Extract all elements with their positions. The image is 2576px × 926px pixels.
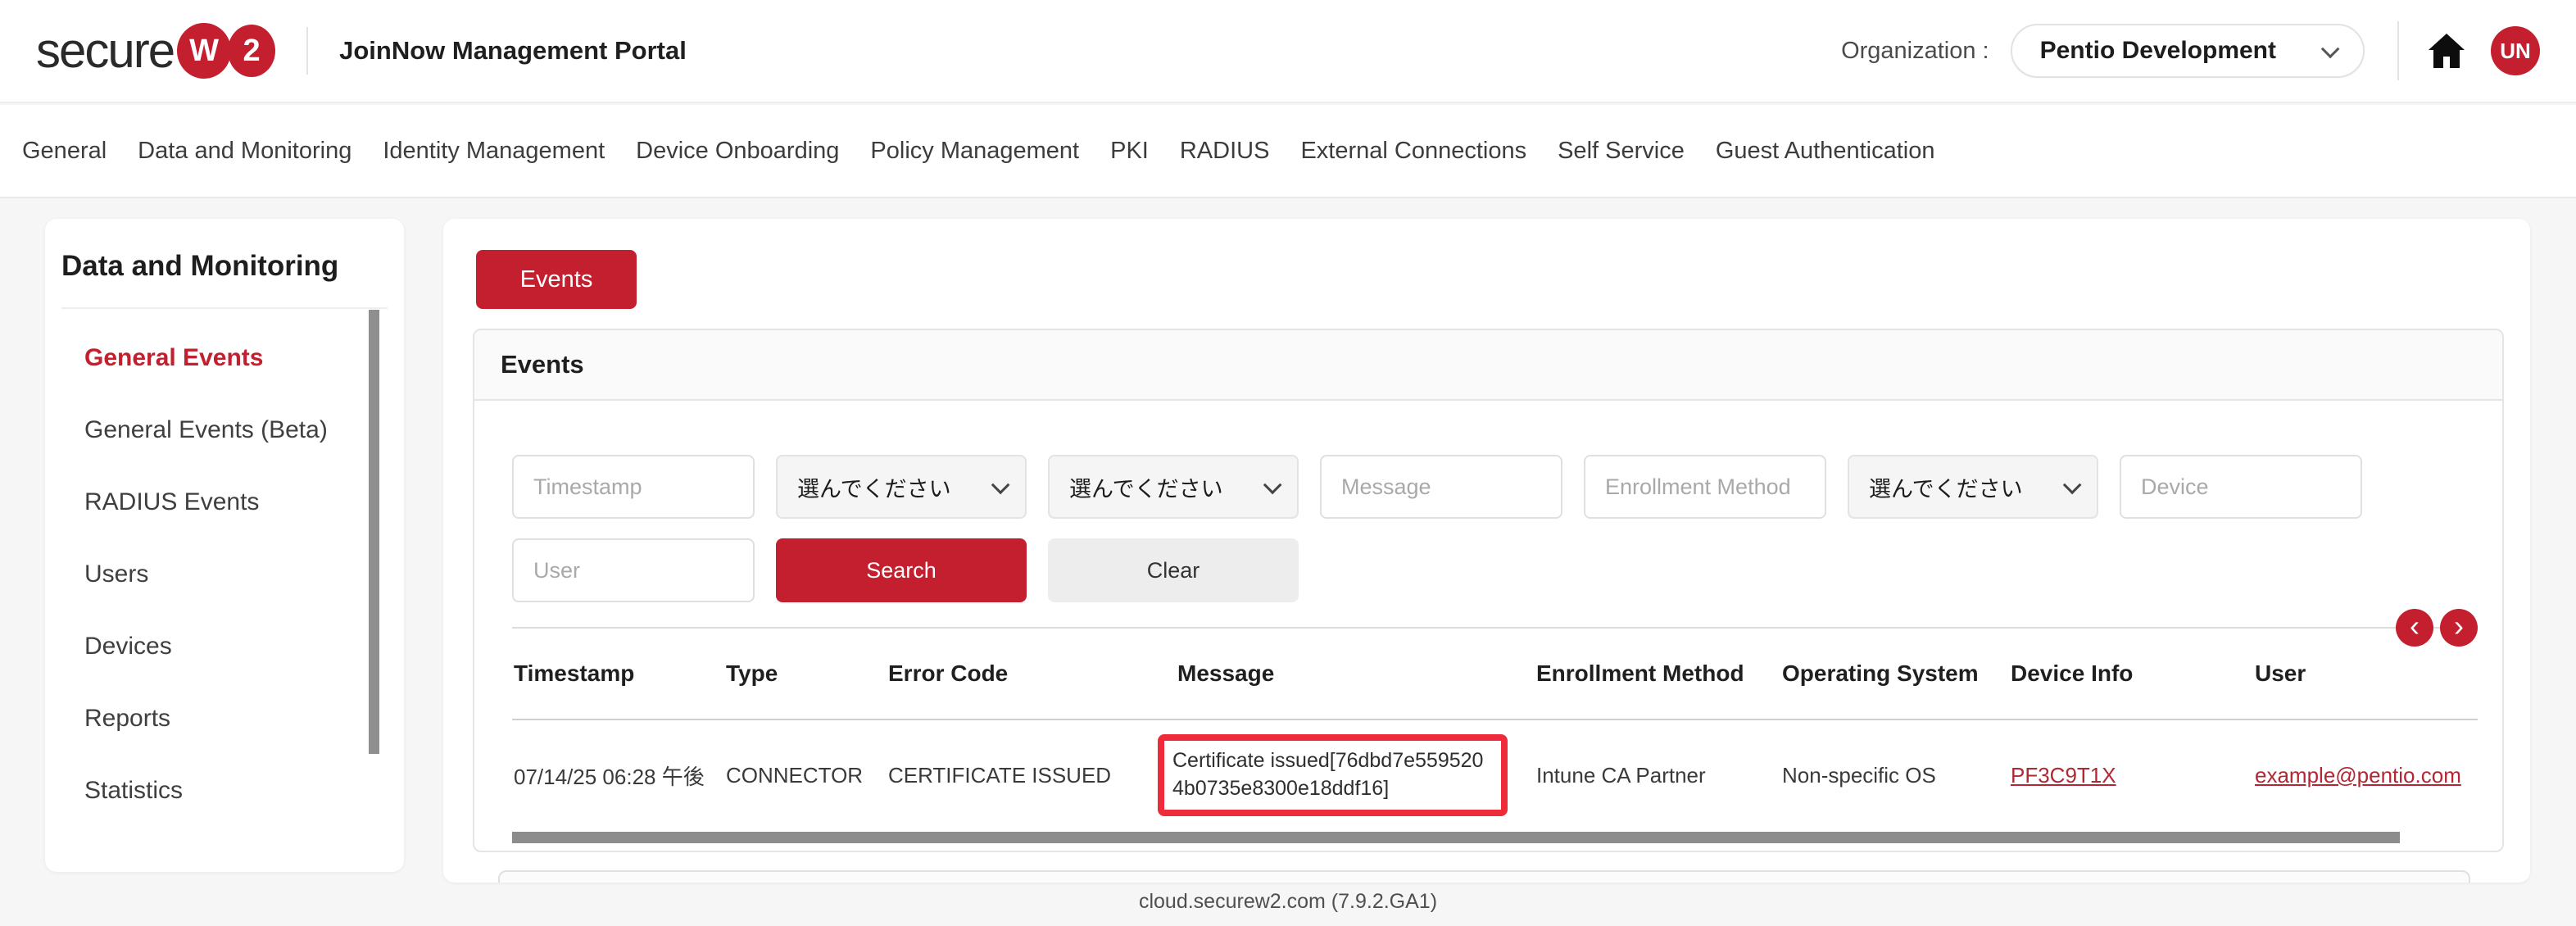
enrollment-method-input[interactable] <box>1584 455 1826 519</box>
operating-system-select[interactable]: 選んでください <box>1848 455 2098 519</box>
organization-label: Organization : <box>1841 38 1989 65</box>
securew2-logo[interactable]: secure W 2 <box>36 23 275 79</box>
user-avatar[interactable]: UN <box>2491 26 2540 75</box>
column-header-type: Type <box>726 660 888 687</box>
events-panel-title: Events <box>501 350 584 379</box>
table-horizontal-scrollbar[interactable] <box>512 832 2400 843</box>
logo-2-circle: 2 <box>228 25 275 77</box>
timestamp-input[interactable] <box>512 455 755 519</box>
home-button[interactable] <box>2427 32 2466 70</box>
nav-item-data-and-monitoring[interactable]: Data and Monitoring <box>122 138 367 165</box>
type-select[interactable]: 選んでください <box>776 455 1027 519</box>
portal-title: JoinNow Management Portal <box>339 36 687 66</box>
cell-error-code: CERTIFICATE ISSUED <box>888 763 1177 788</box>
chevron-left-icon: ‹ <box>2410 611 2420 641</box>
device-input[interactable] <box>2120 455 2362 519</box>
search-button[interactable]: Search <box>776 538 1027 602</box>
nav-item-identity-management[interactable]: Identity Management <box>367 138 620 165</box>
top-header: secure W 2 JoinNow Management Portal Org… <box>0 0 2576 103</box>
nav-item-device-onboarding[interactable]: Device Onboarding <box>620 138 855 165</box>
column-header-user: User <box>2255 660 2478 687</box>
message-input[interactable] <box>1320 455 1562 519</box>
nav-item-guest-authentication[interactable]: Guest Authentication <box>1700 138 1951 165</box>
previous-page-button[interactable]: ‹ <box>2396 609 2433 647</box>
sidebar-scrollbar[interactable] <box>369 310 379 754</box>
column-header-error-code: Error Code <box>888 660 1177 687</box>
next-page-button[interactable]: › <box>2440 609 2478 647</box>
device-info-link[interactable]: PF3C9T1X <box>2011 763 2116 788</box>
operating-system-select-value: 選んでください <box>1869 471 2023 503</box>
chevron-down-icon <box>2321 40 2340 59</box>
cell-enrollment-method: Intune CA Partner <box>1536 763 1782 788</box>
events-tab-button[interactable]: Events <box>476 250 637 309</box>
primary-nav: General Data and Monitoring Identity Man… <box>0 105 2576 198</box>
cell-message: Certificate issued[76dbd7e5595204b0735e8… <box>1177 734 1536 816</box>
sidebar-item-users[interactable]: Users <box>45 538 404 611</box>
nav-item-general[interactable]: General <box>7 138 122 165</box>
chevron-down-icon <box>2063 476 2082 495</box>
sidebar-item-radius-events[interactable]: RADIUS Events <box>45 466 404 538</box>
sidebar-item-devices[interactable]: Devices <box>45 611 404 683</box>
home-icon <box>2427 32 2466 70</box>
clear-button[interactable]: Clear <box>1048 538 1299 602</box>
filters-row-1: 選んでください 選んでください 選んでください <box>512 455 2478 519</box>
user-input[interactable] <box>512 538 755 602</box>
header-right: Organization : Pentio Development UN <box>1841 21 2540 80</box>
footer-text: cloud.securew2.com (7.9.2.GA1) <box>0 890 2576 914</box>
cell-user: example@pentio.com <box>2255 763 2478 788</box>
chevron-down-icon <box>991 476 1010 495</box>
chevron-right-icon: › <box>2454 611 2464 641</box>
organization-value: Pentio Development <box>2040 37 2276 65</box>
sidebar-item-statistics[interactable]: Statistics <box>45 755 404 827</box>
pagination: ‹ › <box>2396 609 2478 647</box>
events-panel: Events 選んでください 選んでください 選んで <box>473 329 2504 852</box>
table-header-row: Timestamp Type Error Code Message Enroll… <box>512 629 2478 720</box>
cell-type: CONNECTOR <box>726 763 888 788</box>
nav-item-external-connections[interactable]: External Connections <box>1285 138 1542 165</box>
nav-item-policy-management[interactable]: Policy Management <box>855 138 1095 165</box>
user-link[interactable]: example@pentio.com <box>2255 763 2461 788</box>
column-header-operating-system: Operating System <box>1782 660 2011 687</box>
nav-item-self-service[interactable]: Self Service <box>1542 138 1700 165</box>
sidebar-item-reports[interactable]: Reports <box>45 683 404 755</box>
sidebar-title: Data and Monitoring <box>45 219 404 283</box>
cell-timestamp: 07/14/25 06:28 午後 <box>512 760 726 791</box>
filters-row-2: Search Clear <box>512 538 2478 602</box>
highlight-box: Certificate issued[76dbd7e5595204b0735e8… <box>1158 734 1508 816</box>
nav-item-radius[interactable]: RADIUS <box>1164 138 1286 165</box>
main-content: Events Events 選んでください 選んでください <box>443 219 2530 883</box>
sidebar-item-general-events-beta[interactable]: General Events (Beta) <box>45 394 404 466</box>
error-code-select-value: 選んでください <box>1069 471 1223 503</box>
table-row: 07/14/25 06:28 午後 CONNECTOR CERTIFICATE … <box>512 720 2478 830</box>
type-select-value: 選んでください <box>797 471 951 503</box>
header-divider <box>2397 21 2399 80</box>
logo-text: secure <box>36 26 174 75</box>
events-panel-header: Events <box>474 330 2502 401</box>
nav-item-pki[interactable]: PKI <box>1095 138 1164 165</box>
table-top-divider: ‹ › <box>512 627 2478 629</box>
logo-w-circle: W <box>177 23 231 79</box>
next-section-panel-edge <box>498 870 2470 883</box>
events-panel-body: 選んでください 選んでください 選んでください <box>474 401 2502 843</box>
sidebar-title-divider <box>61 307 388 309</box>
sidebar-item-general-events[interactable]: General Events <box>45 322 404 394</box>
message-text: Certificate issued[76dbd7e5595204b0735e8… <box>1172 749 1483 800</box>
sidebar-list: General Events General Events (Beta) RAD… <box>45 322 404 827</box>
header-divider <box>306 27 308 75</box>
chevron-down-icon <box>1263 476 1282 495</box>
error-code-select[interactable]: 選んでください <box>1048 455 1299 519</box>
column-header-device-info: Device Info <box>2011 660 2255 687</box>
organization-select[interactable]: Pentio Development <box>2011 24 2365 78</box>
app-root: secure W 2 JoinNow Management Portal Org… <box>0 0 2576 926</box>
cell-operating-system: Non-specific OS <box>1782 763 2011 788</box>
column-header-timestamp: Timestamp <box>512 660 726 687</box>
cell-device-info: PF3C9T1X <box>2011 763 2255 788</box>
column-header-enrollment-method: Enrollment Method <box>1536 660 1782 687</box>
column-header-message: Message <box>1177 660 1536 687</box>
sidebar: Data and Monitoring General Events Gener… <box>45 219 404 872</box>
